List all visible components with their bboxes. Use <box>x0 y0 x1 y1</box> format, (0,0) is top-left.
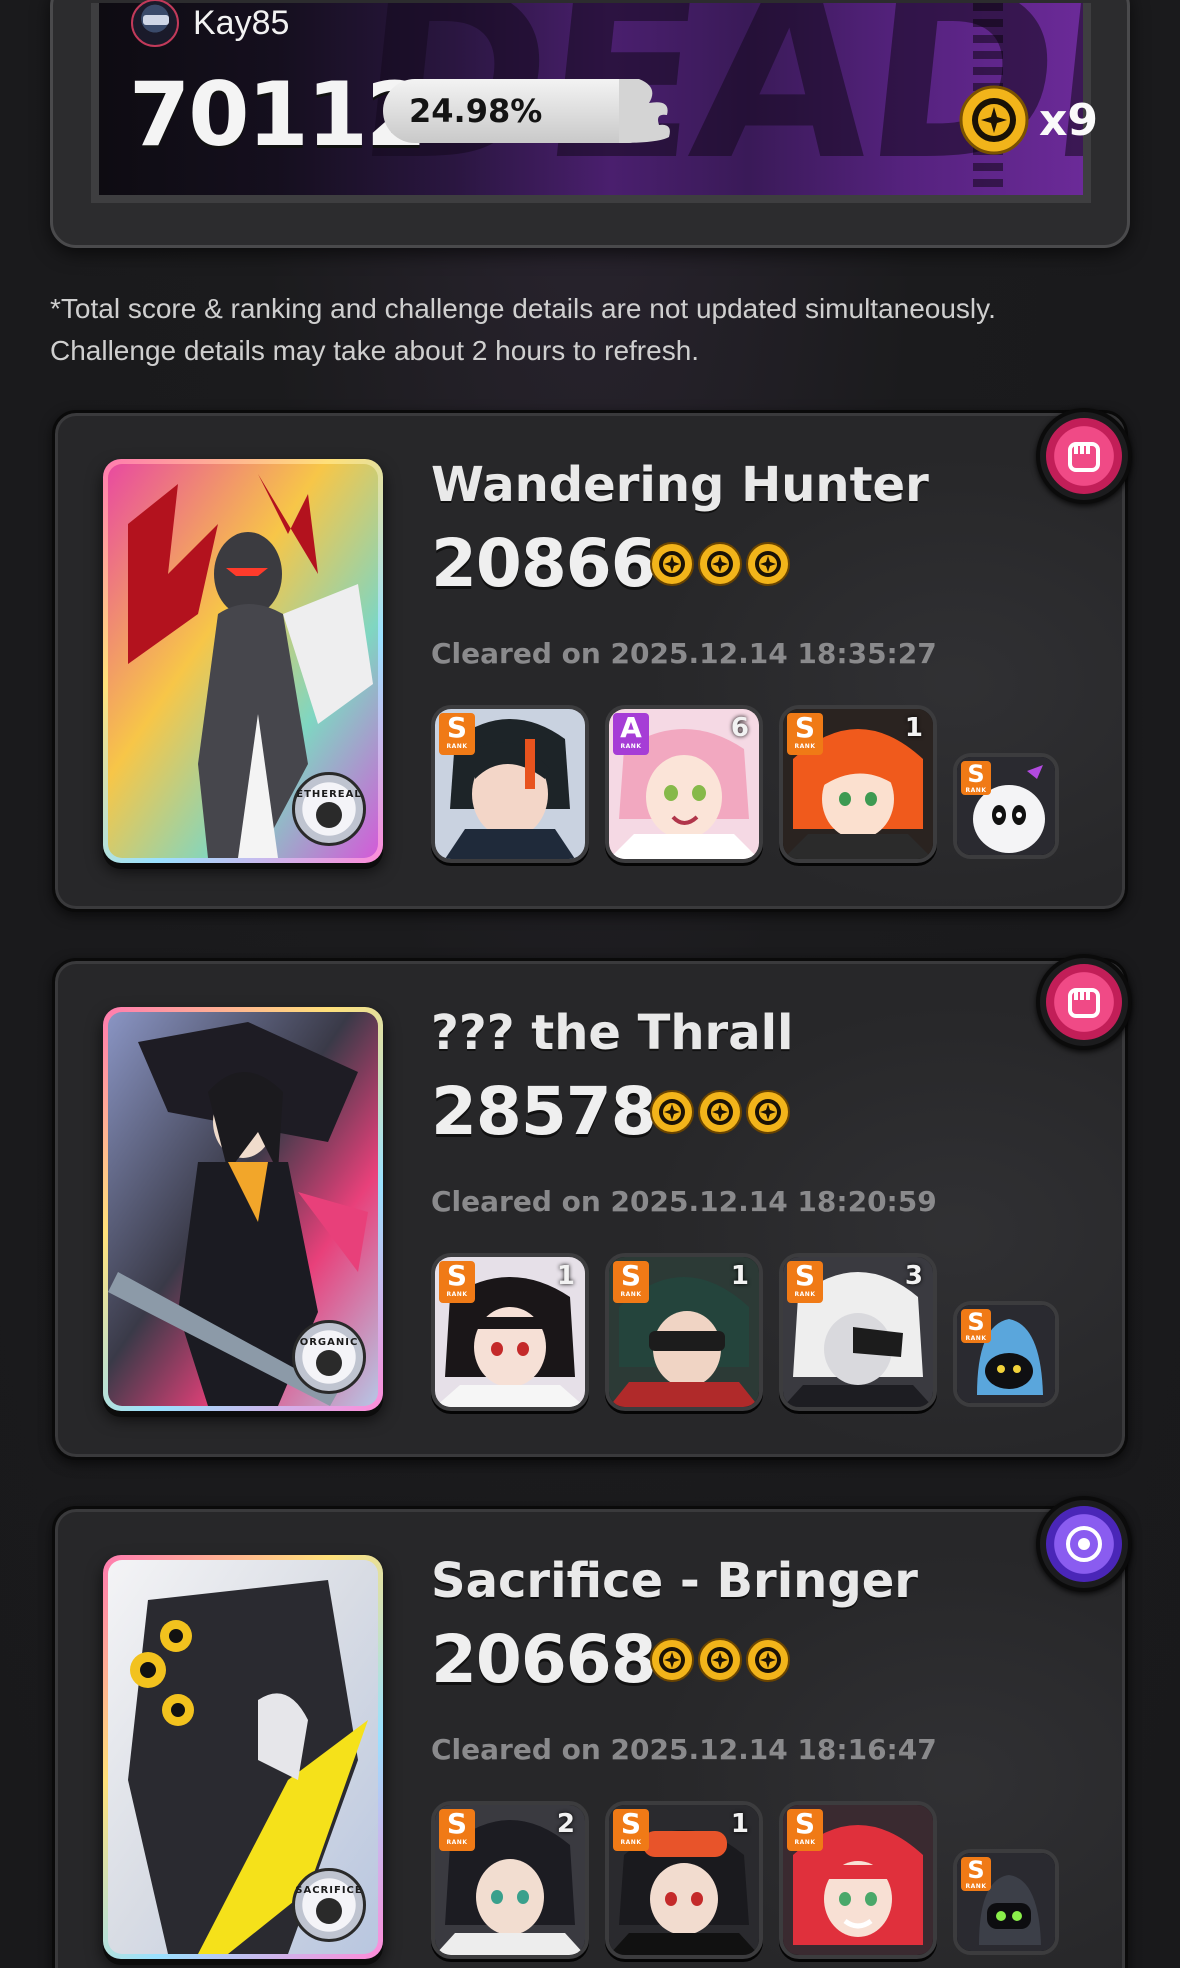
bangboo-slot[interactable]: S RANK <box>953 753 1059 859</box>
agent-slot[interactable]: S RANK 1 <box>605 1253 763 1411</box>
agent-slot[interactable]: S RANK 1 <box>779 705 937 863</box>
medal-icon <box>698 542 742 586</box>
medal-icon <box>698 1090 742 1134</box>
medal-icon <box>746 1638 790 1682</box>
note-line-1: *Total score & ranking and challenge det… <box>50 293 996 324</box>
mindscape-level: 1 <box>904 713 923 743</box>
agent-slot[interactable]: S RANK 1 <box>431 1253 589 1411</box>
mindscape-level: 1 <box>730 1261 749 1291</box>
type-seal: ETHEREAL <box>292 772 366 846</box>
rank-badge: S RANK <box>439 1261 475 1303</box>
medal-icon <box>746 542 790 586</box>
type-seal-emblem-icon <box>316 801 342 828</box>
medal-row <box>649 1089 791 1135</box>
username: Kay85 <box>193 3 290 42</box>
user-row: Kay85 <box>131 0 289 47</box>
agent-slot[interactable]: S RANK 1 <box>605 1801 763 1959</box>
agent-slot[interactable]: S RANK 3 <box>779 1253 937 1411</box>
type-seal-label: SACRIFICE <box>295 1884 363 1896</box>
bangboo-slot[interactable]: S RANK <box>953 1301 1059 1407</box>
agent-slot[interactable]: S RANK 2 <box>431 1801 589 1959</box>
team-row: S RANK 2 S RANK 1 S RANK S RANK <box>431 1801 1059 1959</box>
agent-slot[interactable]: A RANK 6 <box>605 705 763 863</box>
boss-score: 20668 <box>431 1621 657 1698</box>
type-seal: SACRIFICE <box>292 1868 366 1942</box>
medal-row <box>649 1637 791 1683</box>
agent-slot[interactable]: S RANK <box>431 705 589 863</box>
total-score: 70112 <box>129 63 427 166</box>
note-line-2: Challenge details may take about 2 hours… <box>50 335 700 366</box>
type-seal-emblem-icon <box>316 1897 342 1924</box>
type-seal-label: ETHEREAL <box>296 788 362 800</box>
boss-name: ??? the Thrall <box>431 1005 794 1061</box>
summary-card: DEADLY Kay85 70112 24.98% x9 <box>50 0 1130 248</box>
medal-icon <box>650 542 694 586</box>
boss-portrait: SACRIFICE <box>108 1560 378 1954</box>
mindscape-level: 6 <box>730 713 749 743</box>
challenge-card[interactable]: SACRIFICE Sacrifice - Bringer 20668 Clea… <box>52 1506 1128 1968</box>
cleared-timestamp: Cleared on 2025.12.14 18:20:59 <box>431 1185 937 1218</box>
medal-count: x9 <box>1039 94 1098 146</box>
boss-score: 28578 <box>431 1073 657 1150</box>
percentile-badge: 24.98% <box>383 79 670 143</box>
boss-portrait: ETHEREAL <box>108 464 378 858</box>
medal-icon <box>698 1638 742 1682</box>
rank-badge: S RANK <box>961 1309 991 1343</box>
weakness-badge <box>1036 1496 1132 1592</box>
weakness-badge <box>1036 408 1132 504</box>
total-medals: x9 <box>959 85 1098 155</box>
type-seal-emblem-icon <box>316 1349 342 1376</box>
type-seal: ORGANIC <box>292 1320 366 1394</box>
mindscape-level: 3 <box>904 1261 923 1291</box>
rank-badge: S RANK <box>439 1809 475 1851</box>
rank-badge: S RANK <box>439 713 475 755</box>
medal-icon <box>650 1638 694 1682</box>
medal-row <box>649 541 791 587</box>
rank-badge: S RANK <box>787 713 823 755</box>
medal-icon <box>746 1090 790 1134</box>
type-seal-label: ORGANIC <box>299 1336 359 1348</box>
avatar[interactable] <box>131 0 179 47</box>
boss-portrait-frame: SACRIFICE <box>103 1555 383 1959</box>
cleared-timestamp: Cleared on 2025.12.14 18:16:47 <box>431 1733 937 1766</box>
challenge-card[interactable]: ORGANIC ??? the Thrall 28578 Cleared on … <box>52 958 1128 1460</box>
agent-slot[interactable]: S RANK <box>779 1801 937 1959</box>
medal-icon <box>650 1090 694 1134</box>
rank-badge: S RANK <box>787 1809 823 1851</box>
boss-portrait-frame: ETHEREAL <box>103 459 383 863</box>
fist-icon <box>1046 964 1122 1040</box>
rank-badge: S RANK <box>613 1261 649 1303</box>
boss-score: 20866 <box>431 525 657 602</box>
deadly-assault-record-page: DEADLY Kay85 70112 24.98% x9 *Total scor… <box>0 0 1180 1968</box>
medal-icon <box>959 85 1029 155</box>
rank-badge: A RANK <box>613 713 649 755</box>
rank-badge: S RANK <box>787 1261 823 1303</box>
boss-portrait-frame: ORGANIC <box>103 1007 383 1411</box>
challenge-card[interactable]: ETHEREAL Wandering Hunter 20866 Cleared … <box>52 410 1128 912</box>
team-row: S RANK 1 S RANK 1 S RANK 3 S RANK <box>431 1253 1059 1411</box>
boss-name: Wandering Hunter <box>431 457 929 513</box>
mindscape-level: 1 <box>556 1261 575 1291</box>
percentile-value: 24.98% <box>409 92 543 130</box>
rank-badge: S RANK <box>961 761 991 795</box>
ring-target-icon <box>1046 1506 1122 1582</box>
bangboo-slot[interactable]: S RANK <box>953 1849 1059 1955</box>
refresh-note: *Total score & ranking and challenge det… <box>50 288 1150 372</box>
rank-badge: S RANK <box>961 1857 991 1891</box>
fist-icon <box>1046 418 1122 494</box>
mindscape-level: 1 <box>730 1809 749 1839</box>
flame-tail-icon <box>619 79 670 143</box>
cleared-timestamp: Cleared on 2025.12.14 18:35:27 <box>431 637 937 670</box>
team-row: S RANK A RANK 6 S RANK 1 S RANK <box>431 705 1059 863</box>
weakness-badge <box>1036 954 1132 1050</box>
boss-name: Sacrifice - Bringer <box>431 1553 918 1609</box>
rank-badge: S RANK <box>613 1809 649 1851</box>
boss-portrait: ORGANIC <box>108 1012 378 1406</box>
mindscape-level: 2 <box>556 1809 575 1839</box>
